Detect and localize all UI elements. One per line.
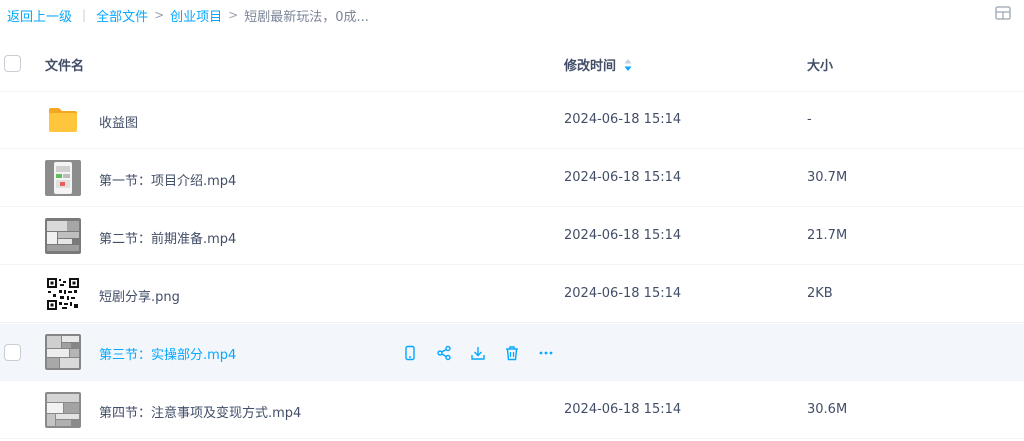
folder-icon xyxy=(49,108,77,132)
qr-code-thumbnail xyxy=(45,276,81,312)
more-icon[interactable] xyxy=(536,343,556,363)
video-thumbnail xyxy=(45,218,81,254)
file-name[interactable]: 收益图 xyxy=(99,112,138,131)
file-size: 30.7M xyxy=(807,170,848,185)
file-size: 2KB xyxy=(807,286,833,301)
select-all-checkbox[interactable] xyxy=(4,55,21,72)
column-size[interactable]: 大小 xyxy=(807,55,833,74)
breadcrumb-project[interactable]: 创业项目 xyxy=(170,6,222,25)
sort-icon[interactable] xyxy=(624,58,632,72)
file-size: 30.6M xyxy=(807,402,848,417)
breadcrumb-all-files[interactable]: 全部文件 xyxy=(96,6,148,25)
file-modified: 2024-06-18 15:14 xyxy=(564,402,682,417)
table-row[interactable]: 第四节：注意事项及变现方式.mp4 2024-06-18 15:14 30.6M xyxy=(0,382,1024,439)
file-size: - xyxy=(807,112,812,127)
table-header: 文件名 修改时间 大小 xyxy=(0,36,1024,92)
table-row[interactable]: 短剧分享.png 2024-06-18 15:14 2KB xyxy=(0,266,1024,323)
breadcrumb-arrow: > xyxy=(228,8,239,22)
file-name[interactable]: 第四节：注意事项及变现方式.mp4 xyxy=(99,402,301,421)
file-name[interactable]: 短剧分享.png xyxy=(99,286,180,305)
table-row[interactable]: 收益图 2024-06-18 15:14 - xyxy=(0,92,1024,149)
delete-icon[interactable] xyxy=(502,343,522,363)
video-thumbnail xyxy=(45,392,81,428)
column-name[interactable]: 文件名 xyxy=(45,55,84,74)
file-modified: 2024-06-18 15:14 xyxy=(564,228,682,243)
breadcrumb-arrow: > xyxy=(154,8,165,22)
table-row[interactable]: 第一节：项目介绍.mp4 2024-06-18 15:14 30.7M xyxy=(0,150,1024,207)
file-modified: 2024-06-18 15:14 xyxy=(564,112,682,127)
phone-icon[interactable] xyxy=(400,343,420,363)
file-name[interactable]: 第一节：项目介绍.mp4 xyxy=(99,170,236,189)
row-checkbox[interactable] xyxy=(4,344,21,361)
video-thumbnail xyxy=(45,334,81,370)
file-name[interactable]: 第二节：前期准备.mp4 xyxy=(99,228,236,247)
file-name[interactable]: 第三节：实操部分.mp4 xyxy=(99,344,236,363)
column-modified[interactable]: 修改时间 xyxy=(564,55,632,74)
breadcrumb: 返回上一级 | 全部文件 > 创业项目 > 短剧最新玩法，0成... xyxy=(7,4,369,26)
file-modified: 2024-06-18 15:14 xyxy=(564,170,682,185)
row-actions xyxy=(400,343,556,363)
share-icon[interactable] xyxy=(434,343,454,363)
breadcrumb-current: 短剧最新玩法，0成... xyxy=(244,9,369,25)
breadcrumb-divider: | xyxy=(82,8,87,22)
column-modified-label: 修改时间 xyxy=(564,59,617,74)
back-link[interactable]: 返回上一级 xyxy=(7,6,72,25)
file-modified: 2024-06-18 15:14 xyxy=(564,286,682,301)
video-thumbnail xyxy=(45,160,81,196)
table-row[interactable]: 第三节：实操部分.mp4 xyxy=(0,324,1024,381)
table-row[interactable]: 第二节：前期准备.mp4 2024-06-18 15:14 21.7M xyxy=(0,208,1024,265)
download-icon[interactable] xyxy=(468,343,488,363)
file-size: 21.7M xyxy=(807,228,848,243)
grid-view-icon[interactable] xyxy=(995,6,1011,20)
